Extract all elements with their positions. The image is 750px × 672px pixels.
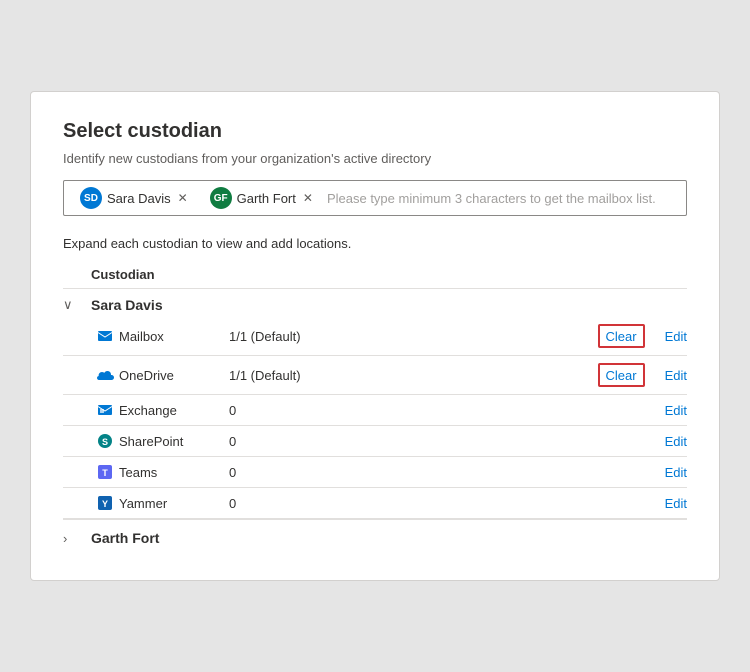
tag-name-garth-fort: Garth Fort [237, 191, 296, 206]
garth-fort-name: Garth Fort [91, 530, 159, 546]
teams-actions: Edit [567, 465, 687, 480]
exchange-actions: Edit [567, 403, 687, 418]
mailbox-value: 1/1 (Default) [229, 329, 567, 344]
teams-icon: T [91, 464, 119, 480]
column-header-row: Custodian [63, 261, 687, 289]
yammer-value: 0 [229, 496, 567, 511]
panel-title: Select custodian [63, 120, 687, 143]
custodian-garth-fort-row: › Garth Fort [63, 519, 687, 552]
tag-close-garth-fort[interactable]: ✕ [303, 191, 313, 205]
sara-davis-exchange-row: Exchange 0 Edit [63, 395, 687, 426]
onedrive-value: 1/1 (Default) [229, 368, 567, 383]
yammer-actions: Edit [567, 496, 687, 511]
svg-text:S: S [102, 437, 108, 447]
teams-label: Teams [119, 465, 229, 480]
custodian-sara-davis-row: ∨ Sara Davis [63, 289, 687, 317]
panel-subtitle: Identify new custodians from your organi… [63, 151, 687, 166]
expand-hint: Expand each custodian to view and add lo… [63, 236, 687, 251]
tag-garth-fort: GF Garth Fort ✕ [202, 185, 321, 211]
onedrive-actions: Clear Edit [567, 363, 687, 387]
sara-davis-mailbox-row: Mailbox 1/1 (Default) Clear Edit [63, 317, 687, 356]
custodian-table: Custodian ∨ Sara Davis Mailbox 1/1 (Defa… [63, 261, 687, 552]
sara-davis-teams-row: T Teams 0 Edit [63, 457, 687, 488]
sara-davis-expand-icon[interactable]: ∨ [63, 297, 91, 313]
sara-davis-name: Sara Davis [91, 297, 163, 313]
onedrive-edit-button[interactable]: Edit [665, 368, 687, 383]
tag-avatar-sd: SD [80, 187, 102, 209]
svg-text:T: T [102, 468, 108, 478]
mailbox-label: Mailbox [119, 329, 229, 344]
yammer-icon: Y [91, 495, 119, 511]
search-input-placeholder: Please type minimum 3 characters to get … [327, 191, 678, 206]
sharepoint-icon: S [91, 433, 119, 449]
custodian-search-box[interactable]: SD Sara Davis ✕ GF Garth Fort ✕ Please t… [63, 180, 687, 216]
svg-text:Y: Y [102, 499, 108, 509]
mailbox-icon [91, 328, 119, 344]
tag-close-sara-davis[interactable]: ✕ [178, 191, 188, 205]
mailbox-clear-button[interactable]: Clear [606, 329, 637, 344]
sharepoint-actions: Edit [567, 434, 687, 449]
exchange-icon [91, 402, 119, 418]
garth-fort-expand-icon[interactable]: › [63, 531, 91, 546]
column-header-label: Custodian [91, 267, 155, 282]
exchange-label: Exchange [119, 403, 229, 418]
select-custodian-panel: Select custodian Identify new custodians… [30, 91, 720, 581]
tag-sara-davis: SD Sara Davis ✕ [72, 185, 196, 211]
teams-value: 0 [229, 465, 567, 480]
mailbox-edit-button[interactable]: Edit [665, 329, 687, 344]
sara-davis-yammer-row: Y Yammer 0 Edit [63, 488, 687, 519]
exchange-value: 0 [229, 403, 567, 418]
mailbox-actions: Clear Edit [567, 324, 687, 348]
tag-avatar-gf: GF [210, 187, 232, 209]
tag-name-sara-davis: Sara Davis [107, 191, 171, 206]
sharepoint-value: 0 [229, 434, 567, 449]
teams-edit-button[interactable]: Edit [665, 465, 687, 480]
sara-davis-onedrive-row: OneDrive 1/1 (Default) Clear Edit [63, 356, 687, 395]
sara-davis-sharepoint-row: S SharePoint 0 Edit [63, 426, 687, 457]
clear-highlight-onedrive: Clear [598, 363, 645, 387]
yammer-edit-button[interactable]: Edit [665, 496, 687, 511]
onedrive-icon [91, 369, 119, 382]
clear-highlight-mailbox: Clear [598, 324, 645, 348]
exchange-edit-button[interactable]: Edit [665, 403, 687, 418]
sharepoint-label: SharePoint [119, 434, 229, 449]
sharepoint-edit-button[interactable]: Edit [665, 434, 687, 449]
onedrive-label: OneDrive [119, 368, 229, 383]
onedrive-clear-button[interactable]: Clear [606, 368, 637, 383]
yammer-label: Yammer [119, 496, 229, 511]
